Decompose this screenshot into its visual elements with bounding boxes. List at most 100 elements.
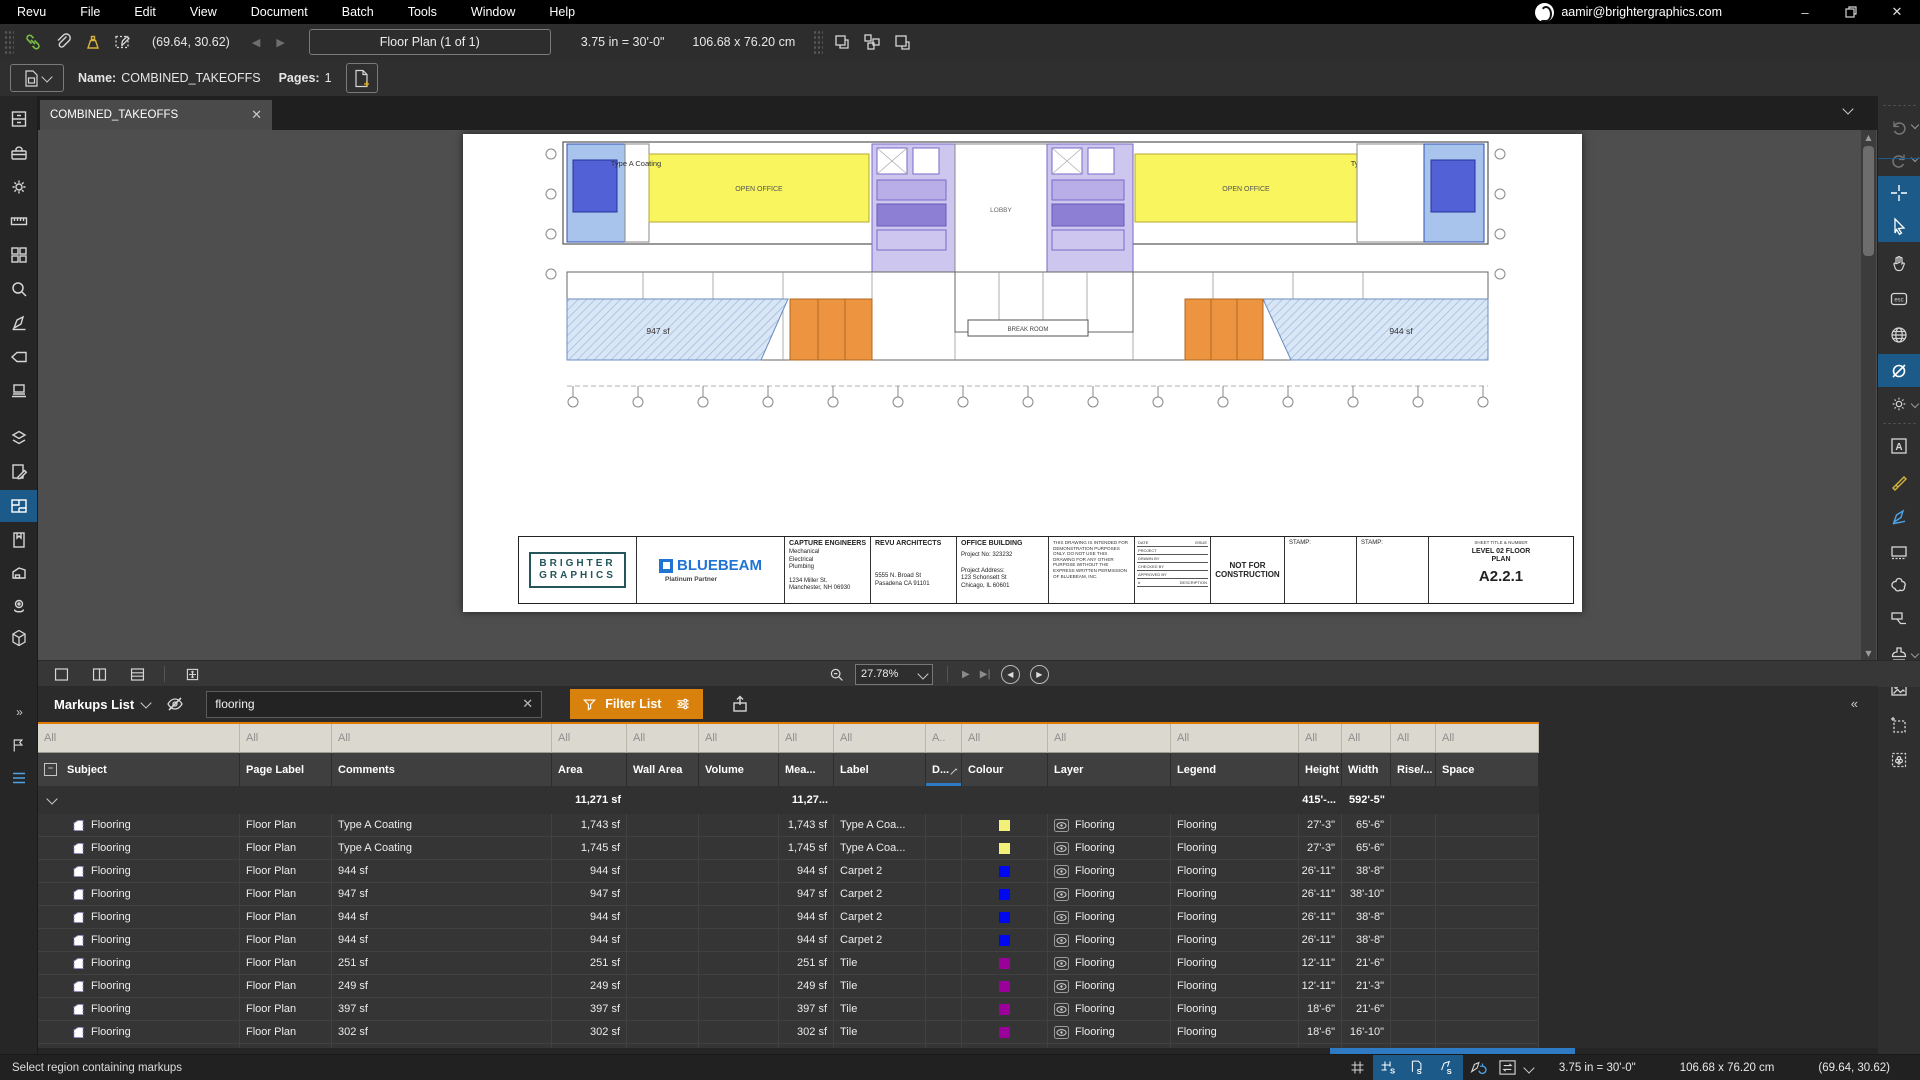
cell-page_label[interactable]: Floor Plan [240, 837, 332, 859]
lasso-markup-icon[interactable] [108, 28, 138, 56]
cell-wall_area[interactable] [627, 906, 699, 928]
column-header-layer[interactable]: Layer [1048, 753, 1171, 786]
cell-layer[interactable]: Flooring [1048, 906, 1171, 928]
search-icon[interactable] [0, 273, 37, 305]
cell-space[interactable] [1436, 998, 1539, 1020]
spaces-takeoff-icon[interactable] [0, 490, 37, 522]
cell-d[interactable] [926, 883, 962, 905]
cell-area[interactable]: 397 sf [552, 998, 627, 1020]
cell-wall_area[interactable] [627, 837, 699, 859]
cell-width[interactable]: 38'-10" [1342, 883, 1391, 905]
column-header-volume[interactable]: Volume [699, 753, 779, 786]
cell-legend[interactable]: Flooring [1171, 975, 1299, 997]
cell-height[interactable]: 27'-3" [1299, 814, 1342, 836]
column-header-height[interactable]: Height [1299, 753, 1342, 786]
cell-volume[interactable] [699, 929, 779, 951]
cell-label[interactable]: Carpet 2 [834, 929, 926, 951]
cell-label[interactable]: Tile [834, 952, 926, 974]
cell-width[interactable]: 21'-6" [1342, 998, 1391, 1020]
tag-icon[interactable] [0, 341, 37, 373]
cell-wall_area[interactable] [627, 952, 699, 974]
status-chevron-icon[interactable] [1523, 1062, 1534, 1073]
cell-d[interactable] [926, 1021, 962, 1043]
cell-subject[interactable]: Flooring [38, 906, 240, 928]
settings-gear-icon[interactable] [0, 171, 37, 203]
sync-views-icon[interactable] [1493, 1055, 1523, 1080]
cell-height[interactable]: 26'-11" [1299, 860, 1342, 882]
thumbnails-icon[interactable] [0, 239, 37, 271]
cell-d[interactable] [926, 906, 962, 928]
cell-rise[interactable] [1391, 814, 1436, 836]
cell-rise[interactable] [1391, 929, 1436, 951]
crosshair-select-icon[interactable] [1878, 176, 1920, 209]
cell-rise[interactable] [1391, 952, 1436, 974]
menu-window[interactable]: Window [454, 5, 532, 19]
filter-comments[interactable]: All [332, 724, 552, 753]
next-page-icon[interactable]: ▶ [268, 36, 292, 49]
cell-volume[interactable] [699, 1021, 779, 1043]
cell-layer[interactable]: Flooring [1048, 814, 1171, 836]
scroll-up-icon[interactable]: ▲ [1861, 130, 1876, 144]
cell-height[interactable]: 26'-11" [1299, 906, 1342, 928]
cell-page_label[interactable]: Floor Plan [240, 1021, 332, 1043]
select-cursor-icon[interactable] [1878, 209, 1920, 242]
cell-subject[interactable]: Flooring [38, 1021, 240, 1043]
table-row[interactable]: FlooringFloor PlanType A Coating1,745 sf… [38, 837, 1539, 860]
cell-legend[interactable]: Flooring [1171, 1021, 1299, 1043]
3d-model-icon[interactable] [0, 622, 37, 654]
cell-comments[interactable]: 302 sf [332, 1021, 552, 1043]
model-icon[interactable] [0, 558, 37, 590]
column-header-d[interactable]: D... [926, 753, 962, 786]
cell-space[interactable] [1436, 837, 1539, 859]
table-row[interactable]: FlooringFloor Plan944 sf944 sf944 sfCarp… [38, 929, 1539, 952]
cell-layer[interactable]: Flooring [1048, 952, 1171, 974]
cell-comments[interactable]: 947 sf [332, 883, 552, 905]
cell-d[interactable] [926, 998, 962, 1020]
cell-area[interactable]: 302 sf [552, 1021, 627, 1043]
pdf-page[interactable]: OPEN OFFICE Type A Coating LOBBY [463, 134, 1582, 612]
cell-mea[interactable]: 397 sf [779, 998, 834, 1020]
cell-d[interactable] [926, 975, 962, 997]
cell-label[interactable]: Type A Coa... [834, 837, 926, 859]
filter-layer[interactable]: All [1048, 724, 1171, 753]
cell-page_label[interactable]: Floor Plan [240, 906, 332, 928]
cell-width[interactable]: 38'-8" [1342, 906, 1391, 928]
zoom-level-select[interactable]: 27.78% [855, 664, 933, 685]
cell-subject[interactable]: Flooring [38, 837, 240, 859]
filter-settings-icon[interactable] [675, 696, 691, 712]
cell-comments[interactable]: Type A Coating [332, 814, 552, 836]
cell-rise[interactable] [1391, 837, 1436, 859]
cell-label[interactable]: Tile [834, 1021, 926, 1043]
status-scale[interactable]: 3.75 in = 30'-0" [1559, 1062, 1636, 1074]
colour-swatch[interactable] [999, 912, 1010, 923]
cell-space[interactable] [1436, 929, 1539, 951]
redo-icon[interactable] [1878, 143, 1920, 176]
filter-height[interactable]: All [1299, 724, 1342, 753]
cell-legend[interactable]: Flooring [1171, 860, 1299, 882]
cell-comments[interactable]: 944 sf [332, 929, 552, 951]
column-header-legend[interactable]: Legend [1171, 753, 1299, 786]
menu-help[interactable]: Help [532, 5, 592, 19]
tab-close-icon[interactable]: ✕ [251, 107, 262, 123]
filter-volume[interactable]: All [699, 724, 779, 753]
markup-summary-icon[interactable] [0, 456, 37, 488]
colour-swatch[interactable] [999, 958, 1010, 969]
cell-subject[interactable]: Flooring [38, 952, 240, 974]
reuse-markup-icon[interactable] [1463, 1055, 1493, 1080]
cell-page_label[interactable]: Floor Plan [240, 929, 332, 951]
cell-height[interactable]: 27'-3" [1299, 837, 1342, 859]
escape-key-icon[interactable]: esc [1878, 282, 1920, 315]
column-header-wall_area[interactable]: Wall Area [627, 753, 699, 786]
cell-d[interactable] [926, 860, 962, 882]
cell-subject[interactable]: Flooring [38, 975, 240, 997]
cell-area[interactable]: 944 sf [552, 929, 627, 951]
cell-page_label[interactable]: Floor Plan [240, 814, 332, 836]
cell-volume[interactable] [699, 906, 779, 928]
column-header-label[interactable]: Label [834, 753, 926, 786]
cell-d[interactable] [926, 814, 962, 836]
cell-width[interactable]: 65'-6" [1342, 814, 1391, 836]
cell-rise[interactable] [1391, 975, 1436, 997]
cell-colour[interactable] [962, 998, 1048, 1020]
cell-comments[interactable]: 944 sf [332, 906, 552, 928]
menu-revu[interactable]: Revu [0, 5, 63, 19]
